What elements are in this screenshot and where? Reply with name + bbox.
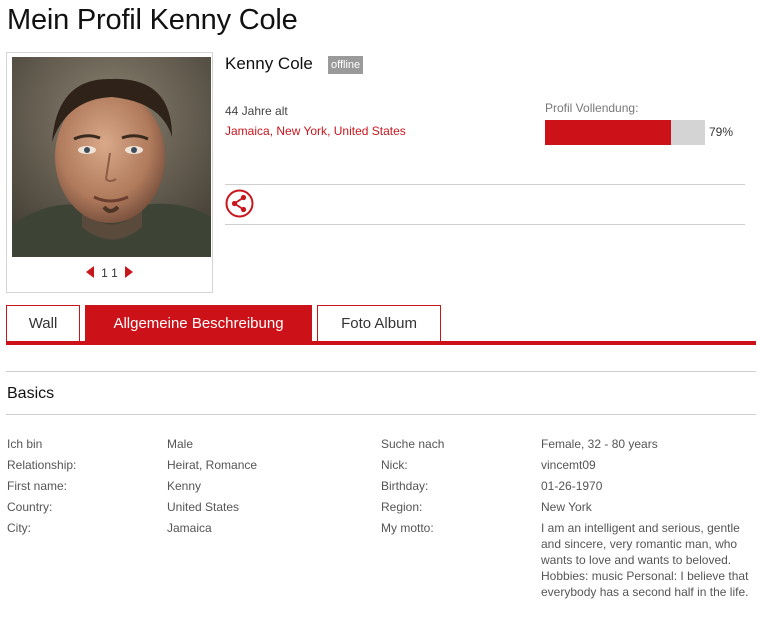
location-city-link[interactable]: Jamaica: [225, 124, 270, 138]
detail-label: Country:: [7, 500, 53, 514]
detail-value: Female, 32 - 80 years: [541, 437, 658, 451]
tab-foto-album[interactable]: Foto Album: [317, 305, 441, 341]
detail-label: First name:: [7, 479, 68, 493]
detail-label: Birthday:: [381, 479, 429, 493]
status-badge: offline: [328, 56, 364, 74]
completion-progress-bar: [545, 120, 705, 145]
completion-progress-fill: [545, 120, 672, 145]
detail-value: Heirat, Romance: [167, 458, 258, 472]
detail-value: United States: [167, 500, 240, 514]
detail-label: Relationship:: [7, 458, 77, 472]
detail-value: vincemt09: [541, 458, 596, 472]
tab-bar-underline: [6, 341, 756, 345]
tab-label: Allgemeine Beschreibung: [113, 315, 284, 332]
photo-navigation: 1 1: [7, 266, 212, 280]
divider: [225, 224, 745, 225]
detail-label: Nick:: [381, 458, 408, 472]
chevron-left-icon[interactable]: [86, 266, 95, 278]
detail-label: My motto:: [381, 521, 434, 535]
profile-location: Jamaica, New York, United States: [225, 124, 406, 138]
divider: [6, 371, 756, 372]
detail-value: Male: [167, 437, 194, 451]
completion-percent: 79%: [709, 125, 734, 139]
profile-name: Kenny Cole: [225, 54, 313, 73]
motto-text: I am an intelligent and serious, gentle …: [541, 521, 749, 599]
profile-photo-image: [12, 57, 211, 257]
divider: [225, 184, 745, 185]
location-separator: ,: [327, 124, 334, 138]
tab-wall[interactable]: Wall: [6, 305, 80, 341]
tab-label: Foto Album: [341, 315, 417, 332]
detail-value: New York: [541, 500, 592, 514]
detail-value: Kenny: [167, 479, 202, 493]
profile-age: 44 Jahre alt: [225, 104, 288, 118]
detail-label: Region:: [381, 500, 423, 514]
detail-label: Suche nach: [381, 437, 445, 451]
page-title: Mein Profil Kenny Cole: [7, 4, 298, 36]
tab-label: Wall: [28, 315, 58, 332]
detail-value: Jamaica: [167, 521, 212, 535]
share-button[interactable]: [225, 189, 254, 218]
share-icon: [225, 189, 254, 218]
tab-allgemeine-beschreibung[interactable]: Allgemeine Beschreibung: [85, 305, 312, 341]
detail-label: City:: [7, 521, 31, 535]
photo-counter: 1 1: [101, 266, 118, 280]
location-country-link[interactable]: United States: [334, 124, 406, 138]
profile-photo-card: 1 1: [6, 52, 213, 293]
completion-label: Profil Vollendung:: [545, 101, 639, 115]
section-title: Basics: [7, 385, 55, 402]
divider: [6, 414, 756, 415]
detail-label: Ich bin: [7, 437, 43, 451]
detail-value: 01-26-1970: [541, 479, 603, 493]
profile-photo[interactable]: [12, 57, 211, 257]
chevron-right-icon[interactable]: [124, 266, 133, 278]
location-state-link[interactable]: New York: [276, 124, 327, 138]
